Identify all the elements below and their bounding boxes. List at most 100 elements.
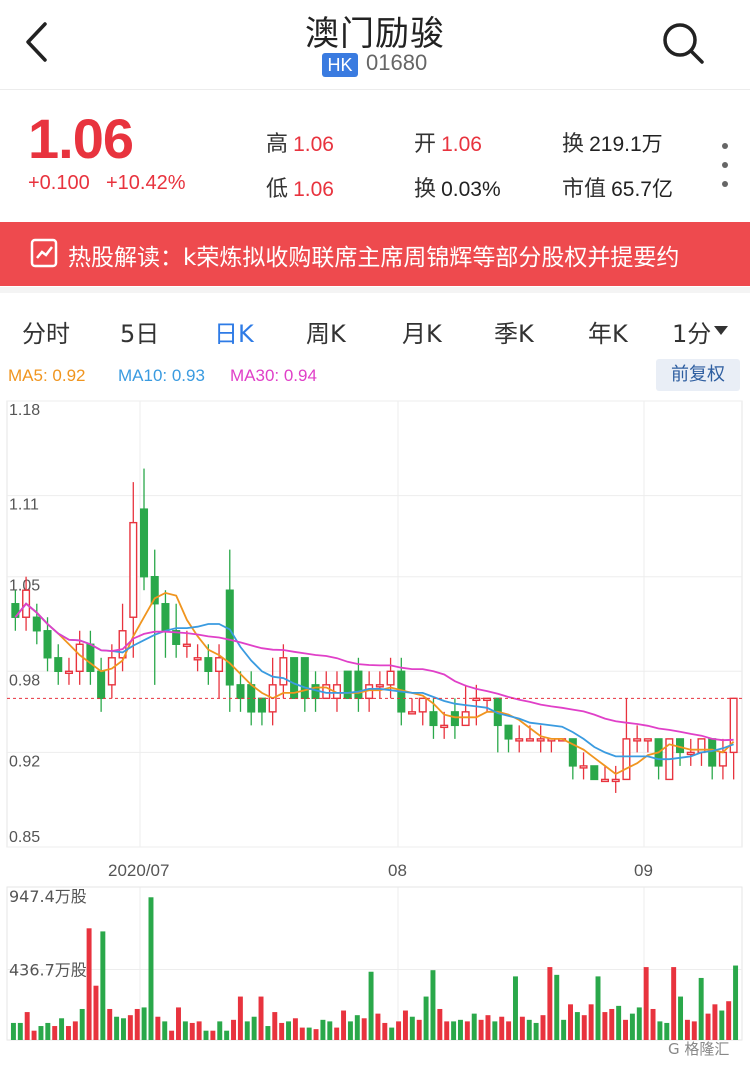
volume-bar (698, 977, 704, 1040)
volume-bar (141, 1007, 147, 1040)
volume-bar (224, 1030, 230, 1040)
volume-bar (492, 1021, 498, 1040)
volume-bar (45, 1022, 51, 1040)
volume-bar (72, 1021, 78, 1040)
volume-bar (636, 1007, 642, 1040)
candle-body (97, 670, 106, 700)
candle-body (215, 657, 224, 673)
volume-bar (650, 1008, 656, 1040)
volume-bar (375, 1013, 381, 1040)
volume-bar (306, 1027, 312, 1040)
volume-bar (382, 1022, 388, 1040)
volume-bar (341, 1010, 347, 1040)
volume-bar (313, 1029, 319, 1040)
volume-bar (437, 1008, 443, 1040)
tab-item[interactable]: 1分 (672, 314, 711, 349)
volume-bar (588, 1004, 594, 1040)
volume-bar (24, 1012, 30, 1040)
candle-body (536, 738, 545, 742)
page-title: 澳门励骏 (305, 14, 445, 54)
stat-turnover-rate: 换 0.03% (414, 171, 501, 203)
candle-body (139, 508, 149, 578)
candle-body (600, 778, 610, 783)
volume-bar (279, 1022, 285, 1040)
more-vertical-icon[interactable] (718, 140, 732, 190)
volume-bar (17, 1022, 23, 1040)
candle-body (300, 657, 309, 700)
candle-body (504, 724, 513, 740)
ma5-label: MA5: 0.92 (8, 366, 86, 385)
stat-label: 换 (562, 132, 585, 157)
volume-bar (10, 1022, 16, 1040)
volume-bar (409, 1016, 415, 1040)
volume-bar (609, 1008, 615, 1040)
volume-bar (396, 1021, 402, 1040)
candle-body (225, 589, 234, 686)
stat-label: 换 (414, 177, 437, 202)
kline-chart[interactable]: 1.181.111.050.980.920.852020/07 08 09947.4… (0, 395, 750, 1060)
price-adjust-button[interactable]: 前复权 (656, 359, 740, 391)
tab-item[interactable]: 分时 (22, 314, 70, 349)
stat-value: 1.06 (441, 133, 482, 156)
volume-bar (162, 1021, 168, 1040)
stat-market-cap: 市值 65.7亿 (562, 171, 673, 203)
candle-body (32, 616, 41, 632)
tab-item[interactable]: 季K (494, 314, 534, 349)
volume-bar (231, 1019, 236, 1040)
candle-body (279, 657, 288, 686)
candle-body (236, 684, 245, 700)
search-icon[interactable] (660, 20, 706, 66)
volume-bar (203, 1030, 209, 1040)
caret-down-icon[interactable] (714, 326, 728, 336)
volume-bar (100, 931, 106, 1040)
candle-body (622, 738, 631, 781)
volume-bar (540, 1015, 546, 1040)
volume-bar (86, 928, 92, 1040)
stat-value: 0.03% (441, 178, 501, 201)
volume-bar (671, 967, 677, 1040)
volume-bar (513, 976, 518, 1040)
candle-body (354, 670, 363, 700)
volume-bar (114, 1016, 120, 1040)
volume-bar (526, 1019, 532, 1040)
candle-body (375, 684, 384, 688)
candle-body (343, 670, 352, 700)
volume-bar (52, 1026, 58, 1040)
tab-item[interactable]: 年K (588, 314, 628, 349)
candle-body (515, 738, 524, 742)
stat-high: 高 1.06 (266, 126, 334, 158)
candle-body (407, 711, 417, 715)
tab-item[interactable]: 5日 (120, 314, 159, 349)
candle-body (708, 738, 717, 767)
current-price: 1.06 (28, 107, 134, 170)
volume-bar (444, 1021, 450, 1040)
stat-label: 高 (266, 132, 289, 157)
volume-bar (361, 1018, 367, 1040)
volume-bar (134, 1008, 140, 1040)
volume-bar (602, 1012, 608, 1040)
candle-body (440, 724, 449, 729)
volume-bar (623, 1019, 628, 1040)
stat-turnover-amount: 换 219.1万 (562, 126, 663, 158)
x-tick-label: 2020/07 (108, 861, 169, 880)
volume-bar (210, 1030, 216, 1040)
volume-bar (389, 1027, 395, 1040)
volume-bar (286, 1021, 292, 1040)
tab-item[interactable]: 月K (402, 314, 442, 349)
stat-label: 市值 (562, 177, 607, 202)
volume-tick-label: 436.7万股 (9, 960, 87, 979)
x-tick-label: 09 (634, 861, 653, 880)
volume-bar (499, 1016, 505, 1040)
stat-value: 65.7亿 (611, 178, 673, 201)
volume-bar (719, 1010, 725, 1040)
tab-item[interactable]: 日K (214, 314, 254, 349)
candle-body (204, 657, 213, 673)
volume-bar (38, 1026, 44, 1040)
candle-body (450, 711, 459, 727)
stat-open: 开 1.06 (414, 126, 482, 158)
tab-item[interactable]: 周K (306, 314, 346, 349)
volume-bar (471, 1013, 477, 1040)
volume-bar (327, 1021, 333, 1040)
stock-code: 01680 (366, 50, 428, 75)
candle-body (129, 521, 138, 618)
